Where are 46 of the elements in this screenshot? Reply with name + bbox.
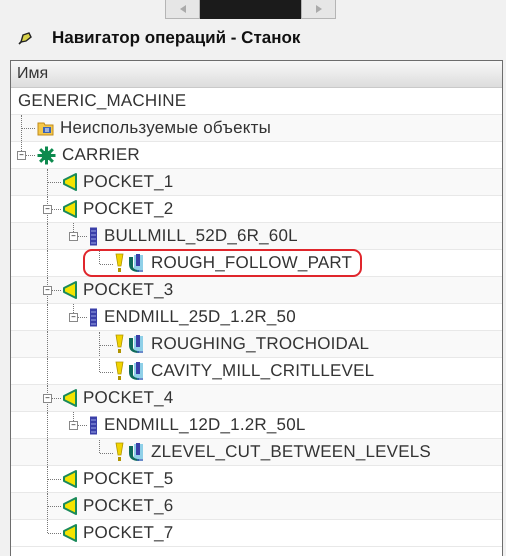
collapse-toggle[interactable] bbox=[69, 232, 78, 241]
carrier-label[interactable]: CARRIER bbox=[62, 145, 140, 165]
tool-icon bbox=[89, 308, 98, 326]
warning-bulb-icon bbox=[115, 442, 124, 462]
tool-label[interactable]: ENDMILL_25D_1.2R_50 bbox=[104, 307, 296, 327]
operation-label[interactable]: CAVITY_MILL_CRITLLEVEL bbox=[151, 361, 374, 381]
pocket-label[interactable]: POCKET_2 bbox=[83, 199, 174, 219]
right-arrow-icon bbox=[316, 5, 322, 13]
pocket-icon bbox=[63, 389, 77, 407]
collapse-toggle[interactable] bbox=[17, 151, 26, 160]
operation-icon bbox=[127, 334, 145, 354]
pocket-label[interactable]: POCKET_1 bbox=[83, 172, 174, 192]
warning-bulb-icon bbox=[115, 253, 124, 273]
machine-label[interactable]: GENERIC_MACHINE bbox=[18, 91, 186, 111]
pocket-icon bbox=[63, 173, 77, 191]
collapse-toggle[interactable] bbox=[43, 205, 52, 214]
tool-label[interactable]: ENDMILL_12D_1.2R_50L bbox=[104, 415, 306, 435]
pocket-icon bbox=[63, 470, 77, 488]
operation-icon bbox=[127, 362, 145, 380]
pocket-label[interactable]: POCKET_5 bbox=[83, 469, 174, 489]
pocket-label[interactable]: POCKET_6 bbox=[83, 496, 174, 516]
collapse-toggle[interactable] bbox=[43, 286, 52, 295]
navigator-icon bbox=[18, 32, 32, 44]
warning-bulb-icon bbox=[115, 361, 124, 381]
pocket-icon bbox=[63, 497, 77, 515]
warning-bulb-icon bbox=[115, 334, 124, 354]
left-arrow-icon bbox=[180, 5, 186, 13]
tool-icon bbox=[89, 226, 98, 246]
pocket-icon bbox=[63, 200, 77, 218]
pocket-icon bbox=[63, 281, 77, 299]
column-header[interactable]: Имя bbox=[11, 61, 502, 88]
operation-icon bbox=[127, 254, 145, 272]
collapse-toggle[interactable] bbox=[69, 313, 78, 322]
folder-icon bbox=[37, 120, 54, 136]
pocket-icon bbox=[63, 524, 77, 542]
pocket-label[interactable]: POCKET_3 bbox=[83, 280, 174, 300]
tool-icon bbox=[89, 416, 98, 434]
operation-icon bbox=[127, 442, 145, 462]
pocket-label[interactable]: POCKET_4 bbox=[83, 388, 174, 408]
collapse-toggle[interactable] bbox=[43, 394, 52, 403]
collapse-toggle[interactable] bbox=[69, 421, 78, 430]
operation-label[interactable]: ROUGH_FOLLOW_PART bbox=[151, 253, 352, 273]
scroll-thumb[interactable] bbox=[200, 0, 301, 19]
panel-title: Навигатор операций - Станок bbox=[52, 28, 300, 48]
pocket-label[interactable]: POCKET_7 bbox=[83, 523, 174, 543]
gear-icon bbox=[37, 146, 56, 164]
